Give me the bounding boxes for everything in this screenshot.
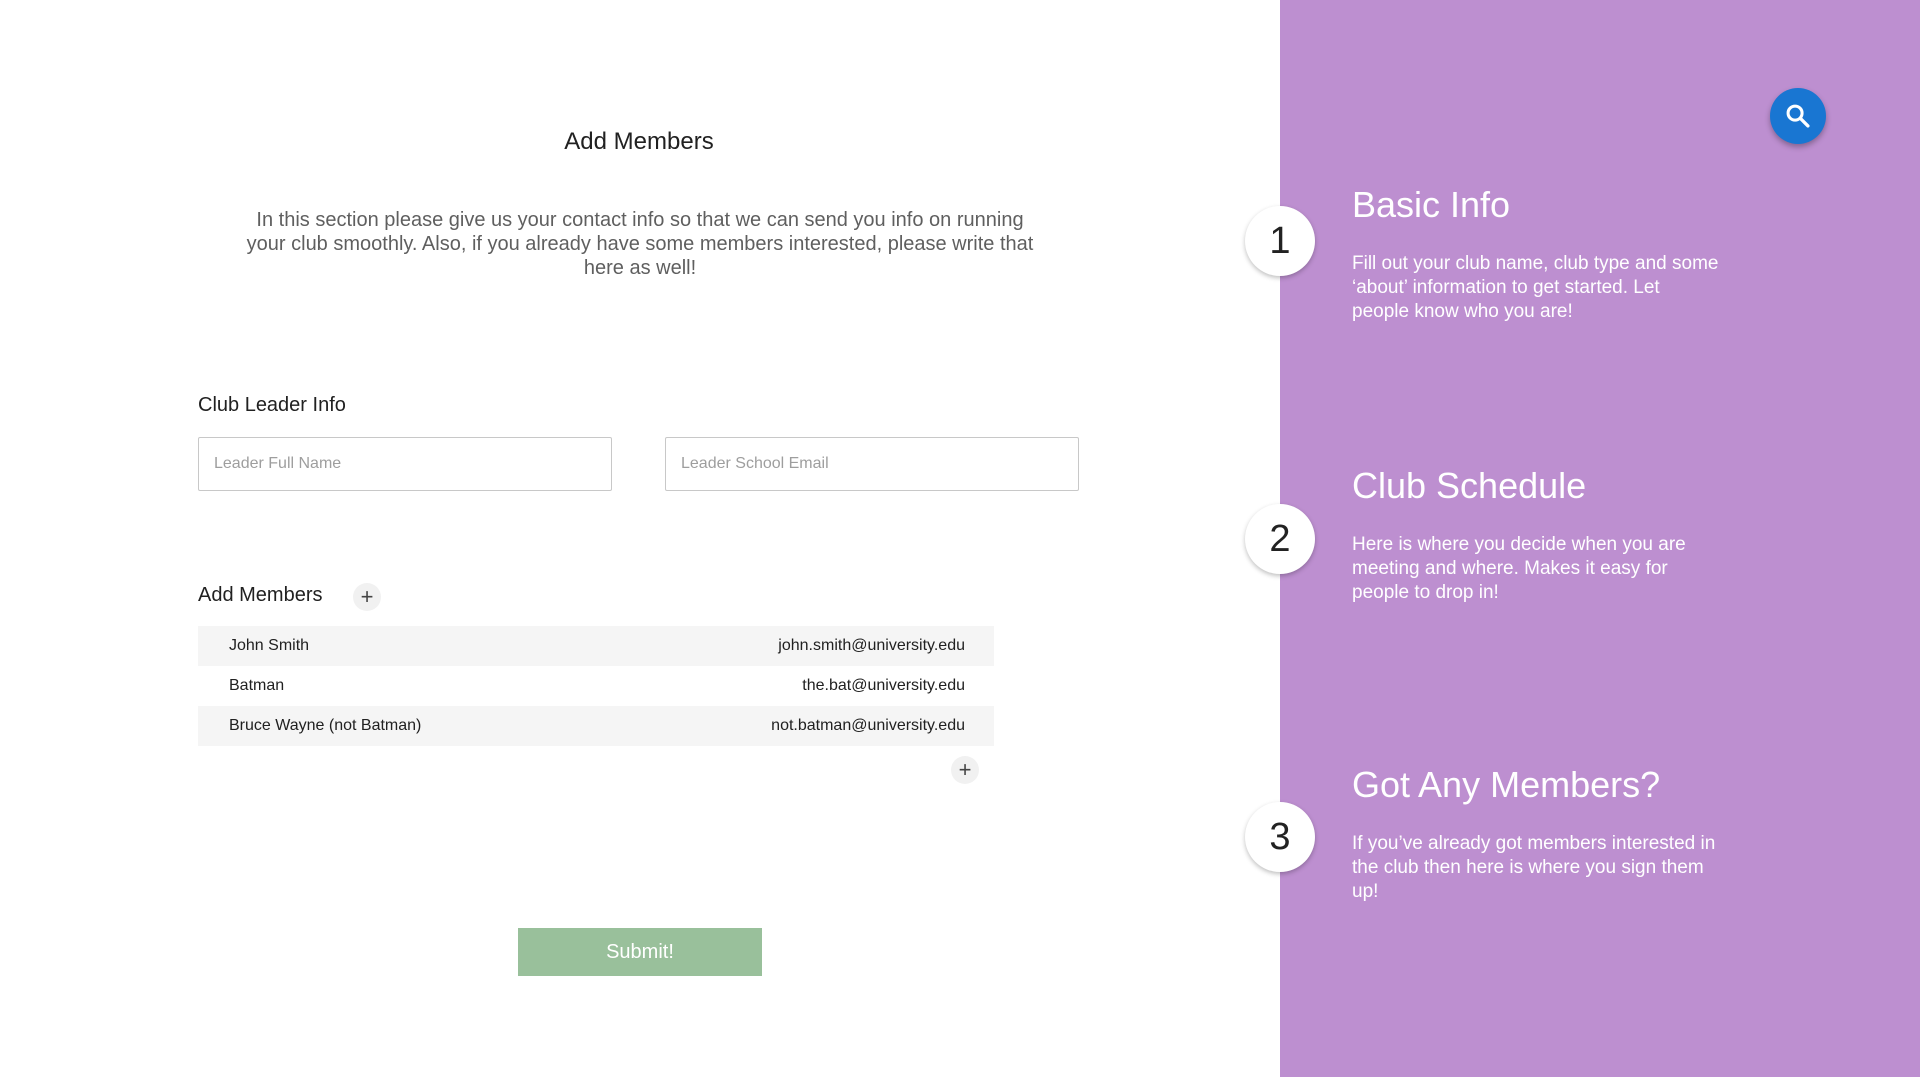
step-2-title: Club Schedule xyxy=(1352,465,1587,506)
member-email: john.smith@university.edu xyxy=(778,637,965,654)
search-icon xyxy=(1786,104,1810,128)
page-title: Add Members xyxy=(564,128,714,155)
step-3-title: Got Any Members? xyxy=(1352,764,1661,805)
search-button[interactable] xyxy=(1770,88,1826,144)
add-members-label: Add Members xyxy=(198,584,323,606)
leader-full-name-input[interactable] xyxy=(198,437,612,491)
form-panel: Add Members In this section please give … xyxy=(0,0,1280,1077)
member-name: Batman xyxy=(229,677,285,694)
member-email: not.batman@university.edu xyxy=(771,717,965,734)
table-row[interactable]: Batman the.bat@university.edu xyxy=(198,666,994,706)
step-3-number: 3 xyxy=(1245,802,1315,872)
table-row[interactable]: John Smith john.smith@university.edu xyxy=(198,626,994,666)
submit-button[interactable]: Submit! xyxy=(518,928,762,976)
intro-text: In this section please give us your cont… xyxy=(246,209,1034,279)
step-2-number: 2 xyxy=(1245,504,1315,574)
member-email: the.bat@university.edu xyxy=(802,677,965,694)
members-table: John Smith john.smith@university.edu Bat… xyxy=(198,626,994,746)
step-1-title: Basic Info xyxy=(1352,184,1511,225)
step-3-description: If you’ve already got members interested… xyxy=(1352,833,1716,902)
step-1-description: Fill out your club name, club type and s… xyxy=(1352,253,1719,322)
table-row[interactable]: Bruce Wayne (not Batman) not.batman@univ… xyxy=(198,706,994,746)
club-leader-info-label: Club Leader Info xyxy=(198,394,346,416)
add-member-row-plus-icon[interactable]: + xyxy=(951,756,979,784)
leader-school-email-input[interactable] xyxy=(665,437,1079,491)
step-1-number: 1 xyxy=(1245,206,1315,276)
member-name: Bruce Wayne (not Batman) xyxy=(229,717,422,734)
step-2-description: Here is where you decide when you are me… xyxy=(1352,534,1686,603)
add-member-plus-icon[interactable]: + xyxy=(353,583,381,611)
member-name: John Smith xyxy=(229,637,310,654)
